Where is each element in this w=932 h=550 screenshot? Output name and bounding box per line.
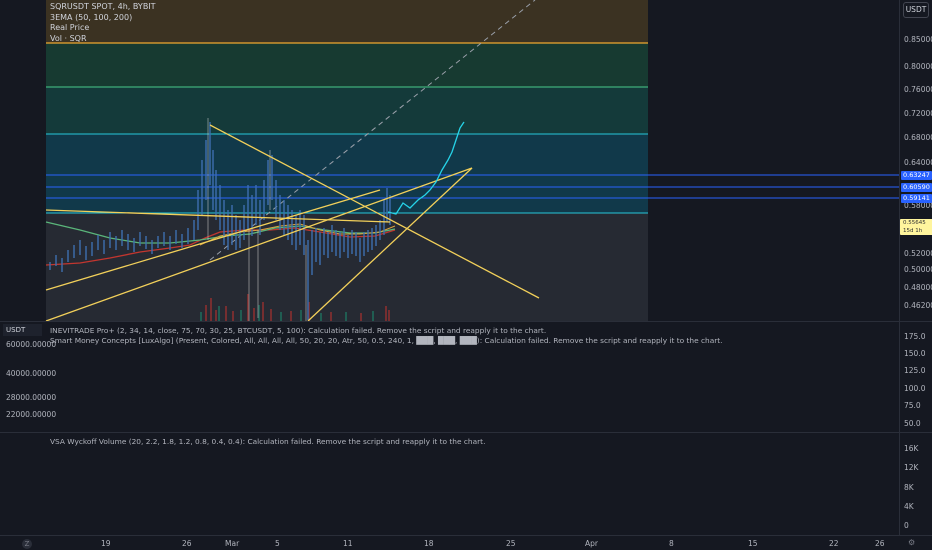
price-tag-blue: 0.63247 [901,171,932,180]
price-tick: 0.52000 [904,249,932,258]
symbol-title[interactable]: SQRUSDT SPOT, 4h, BYBIT [50,2,156,13]
price-tick: 0.80000 [904,62,932,71]
pane2-right-tick: 175.0 [904,332,926,341]
pane2-right-tick: 150.0 [904,349,926,358]
pane3-right-tick: 4K [904,502,914,511]
price-tick: 0.85000 [904,35,932,44]
time-tick: 19 [101,539,111,548]
time-tick: 22 [829,539,839,548]
time-tick: 18 [424,539,434,548]
chart-legend: SQRUSDT SPOT, 4h, BYBIT 3EMA (50, 100, 2… [50,2,156,44]
price-tag-blue: 0.59141 [901,194,932,203]
pane3-right-tick: 8K [904,483,914,492]
time-tick: 15 [748,539,758,548]
price-tick: 0.72000 [904,109,932,118]
pane2-right-tick: 100.0 [904,384,926,393]
time-tick: 25 [506,539,516,548]
real-price-label[interactable]: Real Price [50,23,156,34]
pane2-left-tick: 22000.00000 [6,410,57,419]
pane2-right-tick: 125.0 [904,366,926,375]
chart-canvas[interactable] [0,0,932,550]
zoom-reset-button[interactable]: Z [22,539,32,549]
price-tick: 0.50000 [904,265,932,274]
time-tick: 8 [669,539,674,548]
price-tick: 0.64000 [904,158,932,167]
ema-indicator-label[interactable]: 3EMA (50, 100, 200) [50,13,156,24]
time-tick: 5 [275,539,280,548]
pane3-right-tick: 16K [904,444,919,453]
candle-countdown: 15d 1h [903,228,923,234]
time-tick: Mar [225,539,240,548]
time-tick: 26 [182,539,192,548]
price-tick: 0.48000 [904,283,932,292]
pane3-right-tick: 0 [904,521,909,530]
price-tick: 0.46200 [904,301,932,310]
currency-button[interactable]: USDT [903,2,929,18]
time-tick: Apr [585,539,598,548]
time-tick: 26 [875,539,885,548]
pane2-currency-label[interactable]: USDT [3,324,42,336]
time-tick: 11 [343,539,353,548]
inevitrade-error-message: INEVITRADE Pro+ (2, 34, 14, close, 75, 7… [50,326,547,335]
pane2-left-tick: 60000.00000 [6,340,57,349]
current-price-value: 0.55645 [903,220,926,226]
volume-indicator-label[interactable]: Vol · SQR [50,34,156,45]
pane2-left-tick: 40000.00000 [6,369,57,378]
vsa-error-message: VSA Wyckoff Volume (20, 2.2, 1.8, 1.2, 0… [50,437,486,446]
price-tick: 0.76000 [904,85,932,94]
price-tag-blue: 0.60590 [901,183,932,192]
green-teal-zone [46,87,648,134]
teal-zone [46,134,648,213]
pane2-left-tick: 28000.00000 [6,393,57,402]
pane2-right-tick: 75.0 [904,401,921,410]
green-zone [46,43,648,87]
gray-zone [46,213,648,321]
pane2-right-tick: 50.0 [904,419,921,428]
pane3-right-tick: 12K [904,463,919,472]
settings-gear-icon[interactable]: ⚙ [908,538,915,547]
price-tick: 0.68000 [904,133,932,142]
current-price-box: 0.55645 15d 1h [900,219,932,235]
smc-error-message: Smart Money Concepts [LuxAlgo] (Present,… [50,336,723,345]
